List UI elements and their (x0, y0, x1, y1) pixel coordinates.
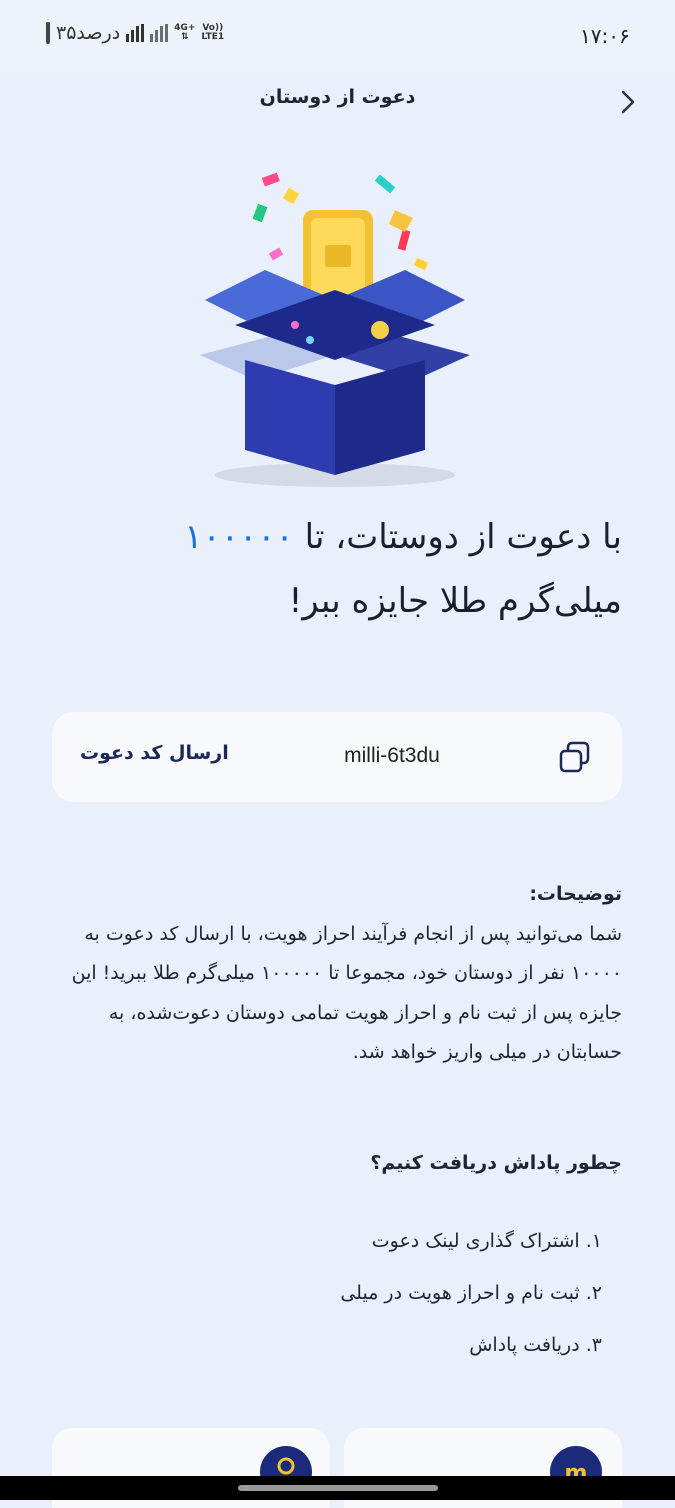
chevron-right-icon (621, 90, 635, 114)
headline-part1: با دعوت از دوستات، تا (293, 517, 622, 557)
step-item: ۱. اشتراک گذاری لینک دعوت (371, 1230, 602, 1252)
app-header: دعوت از دوستان (0, 72, 675, 132)
back-button[interactable] (612, 86, 644, 118)
how-to-title: چطور پاداش دریافت کنیم؟ (370, 1152, 622, 1174)
battery-icon (46, 22, 50, 44)
battery-text: ۳۵درصد (56, 22, 121, 44)
step-item: ۲. ثبت نام و احراز هویت در میلی (340, 1282, 602, 1304)
gift-box-icon (200, 172, 470, 487)
description-body: شما می‌توانید پس از انجام فرآیند احراز ه… (71, 922, 622, 1064)
page-title-text: دعوت از دوستان (259, 86, 416, 108)
how-to-steps: ۱. اشتراک گذاری لینک دعوت ۲. ثبت نام و ا… (52, 1215, 602, 1371)
signal-icon-2 (150, 24, 169, 42)
status-left-group: ۳۵درصد 4G+ ⇅ Vo)) LTE1 (46, 22, 224, 44)
home-indicator[interactable] (238, 1485, 438, 1491)
network-type: 4G+ ⇅ (174, 24, 195, 42)
send-invite-code-button[interactable]: ارسال کد دعوت (80, 742, 229, 764)
clock: ۱۷:۰۶ (580, 24, 630, 48)
headline-part2: میلی‌گرم طلا جایزه ببر! (288, 581, 622, 621)
system-nav-bar (0, 1476, 675, 1500)
step-item: ۳. دریافت پاداش (469, 1334, 602, 1356)
volte-indicator: Vo)) LTE1 (201, 24, 224, 42)
data-arrows-icon: ⇅ (181, 32, 189, 42)
invite-code-card: milli-6t3du ارسال کد دعوت (52, 712, 622, 802)
description-section: توضیحات: شما می‌توانید پس از انجام فرآین… (52, 875, 622, 1073)
signal-icon (126, 24, 145, 42)
headline-amount: ۱۰۰۰۰۰ (184, 517, 294, 557)
network-bottom: LTE1 (201, 32, 225, 42)
page-title: دعوت از دوستان (0, 86, 675, 108)
gift-box-illustration (185, 150, 485, 490)
description-title: توضیحات: (529, 883, 622, 905)
headline: با دعوت از دوستات، تا ۱۰۰۰۰۰ میلی‌گرم طل… (52, 505, 622, 633)
status-bar: ۳۵درصد 4G+ ⇅ Vo)) LTE1 ۱۷:۰۶ (0, 0, 675, 72)
